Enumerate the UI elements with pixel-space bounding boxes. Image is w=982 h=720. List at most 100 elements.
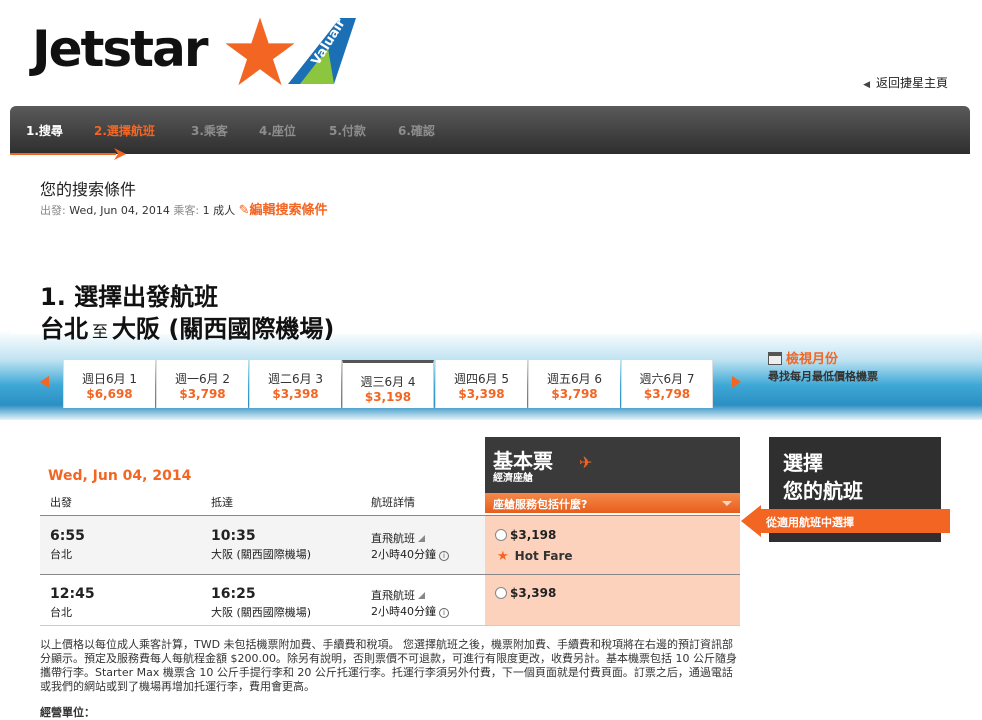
corner-icon <box>418 592 425 599</box>
date-selector: 週日6月 1 $6,698 週一6月 2 $3,798 週二6月 3 $3,398 週… <box>30 360 755 408</box>
pencil-icon: ✎ <box>238 203 250 218</box>
details-cell: 直飛航班 2小時40分鐘 i <box>371 587 449 619</box>
choose-line1: 選擇 <box>783 451 823 475</box>
fare-option[interactable]: $3,198 <box>495 528 556 542</box>
fare-price: $3,398 <box>510 586 557 600</box>
chevron-down-icon <box>722 501 732 506</box>
plane-icon: ✈ <box>579 453 593 472</box>
date-tab[interactable]: 週日6月 1 $6,698 <box>63 360 155 408</box>
flight-duration: 2小時40分鐘 <box>371 548 436 561</box>
arrive-city: 大阪 (關西國際機場) <box>211 606 312 619</box>
star-icon: ★ <box>497 549 509 564</box>
edit-search-link[interactable]: ✎編輯搜索條件 <box>239 203 328 218</box>
date-tab-day: 週日6月 1 <box>81 372 138 386</box>
depart-cell: 6:55 台北 <box>50 528 85 562</box>
depart-cell: 12:45 台北 <box>50 586 95 620</box>
depart-time: 12:45 <box>50 586 95 602</box>
flight-date: Wed, Jun 04, 2014 <box>48 468 192 484</box>
fare-info-dropdown[interactable]: 座艙服務包括什麼? <box>485 493 740 513</box>
valuair-tail-logo: Valuair <box>288 16 356 84</box>
info-icon[interactable]: i <box>439 551 449 561</box>
fare-info-label: 座艙服務包括什麼? <box>493 498 588 511</box>
date-tab-price: $3,798 <box>643 387 691 401</box>
search-criteria-summary: 出發: Wed, Jun 04, 2014 乘客: 1 成人 ✎編輯搜索條件 <box>40 199 328 218</box>
date-tab-day: 週五6月 6 <box>546 372 603 386</box>
date-tab-selected[interactable]: 週三6月 4 $3,198 <box>342 360 434 408</box>
date-tab[interactable]: 週四6月 5 $3,398 <box>435 360 527 408</box>
back-home-link[interactable]: ◀ 返回捷星主頁 <box>863 74 948 91</box>
col-details-header: 航班詳情 <box>371 496 415 509</box>
fare-radio[interactable] <box>495 529 507 541</box>
fare-cell <box>485 516 740 574</box>
arrive-city: 大阪 (關西國際機場) <box>211 548 312 561</box>
date-tab-day: 週一6月 2 <box>174 372 231 386</box>
corner-icon <box>418 535 425 542</box>
date-tab-day: 週二6月 3 <box>267 372 324 386</box>
calendar-icon <box>768 352 782 365</box>
date-tab-price: $6,698 <box>86 387 133 401</box>
row-divider <box>40 625 740 626</box>
arrive-cell: 16:25 大阪 (關西國際機場) <box>211 586 311 620</box>
depart-value: Wed, Jun 04, 2014 <box>69 204 170 217</box>
date-tab[interactable]: 週六6月 7 $3,798 <box>621 360 713 408</box>
flight-type: 直飛航班 <box>371 532 415 545</box>
step-search[interactable]: 1.搜尋 <box>26 122 63 139</box>
plane-progress-icon <box>10 148 126 160</box>
date-tab[interactable]: 週一6月 2 $3,798 <box>156 360 248 408</box>
step-confirm: 6.確認 <box>398 124 435 138</box>
fare-cell <box>485 575 740 625</box>
details-cell: 直飛航班 2小時40分鐘 i <box>371 530 449 562</box>
booking-steps-nav: 1.搜尋 2.選擇航班 3.乘客 4.座位 5.付款 6.確認 <box>10 106 970 154</box>
step-select-flight[interactable]: 2.選擇航班 <box>94 122 155 139</box>
date-tab-price: $3,798 <box>551 387 598 401</box>
flight-type: 直飛航班 <box>371 589 415 602</box>
fare-subtitle: 經濟座艙 <box>493 473 533 484</box>
view-month-label: 檢視月份 <box>786 352 839 367</box>
depart-time: 6:55 <box>50 528 85 544</box>
fare-header: 基本票 ✈ 經濟座艙 <box>485 437 740 493</box>
view-month-link[interactable]: 檢視月份 <box>768 348 838 367</box>
depart-label: 出發: <box>40 204 66 217</box>
arrive-cell: 10:35 大阪 (關西國際機場) <box>211 528 311 562</box>
date-tab-price: $3,398 <box>458 387 505 401</box>
passenger-label: 乘客: <box>173 204 200 217</box>
hot-fare-badge: ★ Hot Fare <box>497 549 573 564</box>
date-tab[interactable]: 週二6月 3 $3,398 <box>249 360 341 408</box>
choose-line2: 您的航班 <box>783 479 863 503</box>
arrive-time: 16:25 <box>211 586 256 602</box>
depart-city: 台北 <box>50 606 72 619</box>
jetstar-logo[interactable]: Jetstar Valuair <box>32 16 362 88</box>
route-to: 至 <box>92 322 109 341</box>
hot-fare-label: Hot Fare <box>514 549 573 563</box>
page-title: 1. 選擇出發航班 <box>40 283 219 311</box>
back-home-label: 返回捷星主頁 <box>875 76 948 90</box>
fare-option[interactable]: $3,398 <box>495 586 556 600</box>
origin-city: 台北 <box>40 315 88 343</box>
choose-flight-hint: 從適用航班中選擇 <box>760 509 950 533</box>
date-tab-day: 週三6月 4 <box>360 375 416 389</box>
destination-city: 大阪 (關西國際機場) <box>112 315 335 343</box>
date-tab-price: $3,398 <box>272 387 319 401</box>
logo-text: Jetstar <box>32 20 208 78</box>
step-seats: 4.座位 <box>259 124 296 138</box>
fare-price: $3,198 <box>510 528 557 542</box>
date-tab-day: 週六6月 7 <box>639 372 695 386</box>
flight-duration: 2小時40分鐘 <box>371 605 436 618</box>
date-tab-day: 週四6月 5 <box>453 372 510 386</box>
arrow-left-icon <box>741 505 761 537</box>
col-depart-header: 出發 <box>50 496 72 509</box>
date-tab-price: $3,798 <box>179 387 226 401</box>
date-tab[interactable]: 週五6月 6 $3,798 <box>528 360 620 408</box>
step-payment: 5.付款 <box>329 124 366 138</box>
date-tab-price: $3,198 <box>364 390 412 404</box>
route-title: 台北至大阪 (關西國際機場) <box>40 309 334 344</box>
next-week-arrow-icon[interactable] <box>732 376 741 388</box>
edit-search-label: 編輯搜索條件 <box>249 203 328 218</box>
search-criteria-title: 您的搜索條件 <box>40 180 137 199</box>
step-passengers: 3.乘客 <box>191 124 228 138</box>
depart-city: 台北 <box>50 548 72 561</box>
prev-week-arrow-icon[interactable] <box>40 376 49 388</box>
fare-radio[interactable] <box>495 587 507 599</box>
view-month-subtitle: 尋找每月最低價格機票 <box>768 370 878 383</box>
info-icon[interactable]: i <box>439 608 449 618</box>
